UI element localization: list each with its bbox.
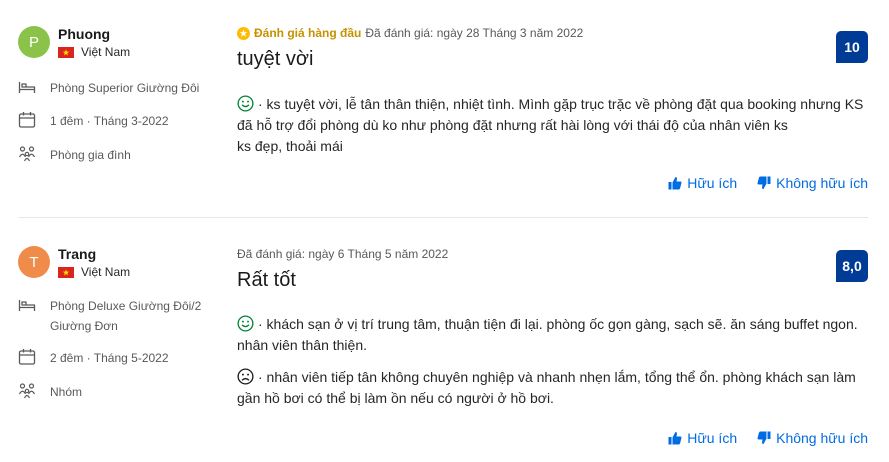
star-badge-icon xyxy=(237,26,250,40)
positive-comment: · ks tuyệt vời, lễ tân thân thiện, nhiệt… xyxy=(237,94,867,157)
traveler-type-label: Nhóm xyxy=(50,385,83,399)
vietnam-flag-icon xyxy=(58,266,74,278)
stay-label: 1 đêm · Tháng 3-2022 xyxy=(50,114,169,128)
room-type-label: Phòng Deluxe Giường Đôi/2 Giường Đơn xyxy=(50,296,201,336)
positive-line: nhân viên thân thiện. xyxy=(237,337,367,353)
review-date: Đã đánh giá: ngày 6 Tháng 5 năm 2022 xyxy=(237,247,449,261)
review-score: 10 xyxy=(836,31,868,63)
bed-icon xyxy=(18,300,36,311)
calendar-icon xyxy=(18,112,36,128)
helpful-label: Hữu ích xyxy=(687,430,738,446)
reviewer-name: Trang xyxy=(58,246,97,262)
happy-face-icon xyxy=(237,95,254,112)
thumbs-down-icon xyxy=(757,176,771,189)
feedback-actions: Hữu ích Không hữu ích xyxy=(668,175,868,191)
not-helpful-label: Không hữu ích xyxy=(776,430,868,446)
sad-face-icon xyxy=(237,368,254,385)
reviewer-country: Việt Nam xyxy=(58,45,130,59)
room-type-line: Giường Đơn xyxy=(50,319,118,333)
stay-info: 2 đêm · Tháng 5-2022 xyxy=(18,348,169,368)
bed-icon xyxy=(18,82,36,93)
happy-face-icon xyxy=(237,315,254,332)
room-type: Phòng Superior Giường Đôi xyxy=(18,78,199,98)
review-score: 8,0 xyxy=(836,250,868,282)
review-divider xyxy=(18,217,868,218)
review-card: T Trang Việt Nam Phòng Deluxe Giường Đôi… xyxy=(0,219,889,462)
reviewer-country: Việt Nam xyxy=(58,265,130,279)
calendar-icon xyxy=(18,349,36,365)
vietnam-flag-icon xyxy=(58,46,74,58)
review-title: tuyệt vời xyxy=(237,48,314,70)
positive-line: · khách sạn ở vị trí trung tâm, thuận ti… xyxy=(258,316,858,332)
not-helpful-label: Không hữu ích xyxy=(776,175,868,191)
review-title: Rất tốt xyxy=(237,269,296,291)
traveler-type-label: Phòng gia đình xyxy=(50,148,131,162)
negative-line: gần hồ bơi có thể bị làm ồn nếu có người… xyxy=(237,390,554,406)
not-helpful-button[interactable]: Không hữu ích xyxy=(757,430,868,446)
helpful-button[interactable]: Hữu ích xyxy=(668,175,737,191)
helpful-button[interactable]: Hữu ích xyxy=(668,430,737,446)
thumbs-up-icon xyxy=(668,432,682,445)
room-type: Phòng Deluxe Giường Đôi/2 Giường Đơn xyxy=(18,296,201,336)
reviewer-name: Phuong xyxy=(58,26,111,42)
country-label: Việt Nam xyxy=(81,265,131,279)
feedback-actions: Hữu ích Không hữu ích xyxy=(668,430,868,446)
positive-line: · ks tuyệt vời, lễ tân thân thiện, nhiệt… xyxy=(258,96,864,112)
helpful-label: Hữu ích xyxy=(687,175,738,191)
review-date: Đã đánh giá: ngày 28 Tháng 3 năm 2022 xyxy=(365,26,584,40)
review-date-row: Đánh giá hàng đầu Đã đánh giá: ngày 28 T… xyxy=(237,26,583,40)
traveler-type: Phòng gia đình xyxy=(18,145,131,165)
not-helpful-button[interactable]: Không hữu ích xyxy=(757,175,868,191)
negative-line: · nhân viên tiếp tân không chuyên nghiệp… xyxy=(258,369,856,385)
traveler-type: Nhóm xyxy=(18,382,82,402)
family-icon xyxy=(18,146,36,162)
stay-info: 1 đêm · Tháng 3-2022 xyxy=(18,111,169,131)
thumbs-down-icon xyxy=(757,431,771,444)
avatar: T xyxy=(18,246,50,278)
negative-comment: · nhân viên tiếp tân không chuyên nghiệp… xyxy=(237,367,867,409)
positive-line: đã hỗ trợ đổi phòng dù ko như phòng đặt … xyxy=(237,117,788,133)
positive-comment: · khách sạn ở vị trí trung tâm, thuận ti… xyxy=(237,314,867,356)
thumbs-up-icon xyxy=(668,177,682,190)
review-date-row: Đã đánh giá: ngày 6 Tháng 5 năm 2022 xyxy=(237,247,448,261)
room-type-line: Phòng Deluxe Giường Đôi/2 xyxy=(50,299,202,313)
top-review-label: Đánh giá hàng đầu xyxy=(254,26,362,40)
stay-label: 2 đêm · Tháng 5-2022 xyxy=(50,351,169,365)
country-label: Việt Nam xyxy=(81,45,131,59)
group-icon xyxy=(18,383,36,399)
avatar: P xyxy=(18,26,50,58)
positive-line: ks đẹp, thoải mái xyxy=(237,138,343,154)
review-card: P Phuong Việt Nam Phòng Superior Giường … xyxy=(0,0,889,218)
room-type-label: Phòng Superior Giường Đôi xyxy=(50,81,200,95)
top-review-badge: Đánh giá hàng đầu xyxy=(237,26,361,40)
